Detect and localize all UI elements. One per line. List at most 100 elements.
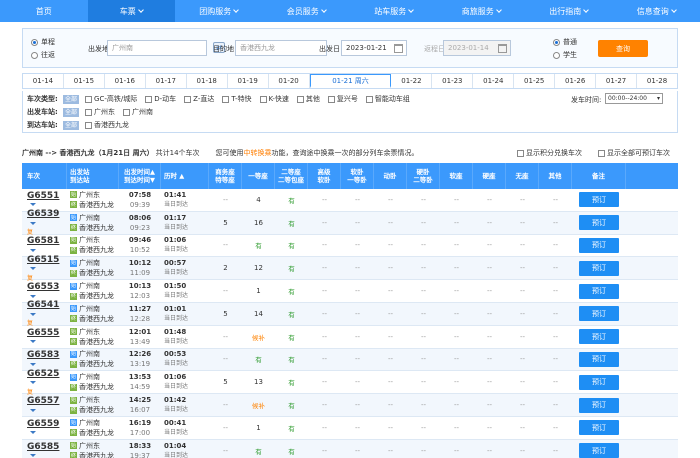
- from-station-all-button[interactable]: 全部: [63, 107, 80, 117]
- calendar-icon[interactable]: [394, 44, 403, 53]
- book-button[interactable]: 预订: [579, 443, 619, 458]
- station-cell: 始广州南终香港西九龙: [67, 212, 119, 234]
- filter-option[interactable]: D-动车: [145, 94, 176, 104]
- date-tab[interactable]: 01-24: [473, 74, 515, 88]
- nav-item[interactable]: 团购服务: [175, 0, 263, 22]
- train-number-link[interactable]: G6581: [27, 236, 59, 246]
- seat-cell: --: [539, 280, 572, 302]
- train-type-all-button[interactable]: 全部: [63, 94, 80, 104]
- filter-option[interactable]: 智能动车组: [365, 94, 410, 104]
- date-tab[interactable]: 01-28: [637, 74, 677, 88]
- train-number-link[interactable]: G6515: [27, 255, 59, 265]
- nav-item[interactable]: 信息查询: [613, 0, 700, 22]
- calendar-icon[interactable]: [498, 44, 507, 53]
- depart-time-select[interactable]: 00:00--24:00 ▾: [605, 93, 663, 104]
- book-button[interactable]: 预订: [579, 215, 619, 231]
- nav-item[interactable]: 会员服务: [263, 0, 351, 22]
- depart-date-input[interactable]: 2023-01-21: [341, 40, 407, 56]
- chevron-down-icon: [670, 6, 677, 13]
- train-number-link[interactable]: G6551: [27, 191, 59, 201]
- one-way-radio[interactable]: 单程: [31, 37, 55, 47]
- chevron-down-icon[interactable]: [30, 312, 36, 316]
- train-number-link[interactable]: G6557: [27, 396, 59, 406]
- filter-option[interactable]: GC-高铁/城际: [85, 94, 137, 104]
- filter-option[interactable]: K-快速: [259, 94, 289, 104]
- chevron-down-icon[interactable]: [30, 294, 36, 298]
- seat-unavailable: --: [552, 355, 559, 364]
- filter-option[interactable]: T-特快: [222, 94, 252, 104]
- date-tab[interactable]: 01-25: [514, 74, 556, 88]
- book-button[interactable]: 预订: [579, 351, 619, 367]
- train-number-link[interactable]: G6555: [27, 328, 59, 338]
- column-header-time[interactable]: 出发时间▲ 到达时间▼: [119, 163, 161, 189]
- date-tab[interactable]: 01-15: [64, 74, 105, 88]
- nav-item[interactable]: 站车服务: [350, 0, 438, 22]
- from-label: 出发地: [88, 45, 109, 53]
- date-tab[interactable]: 01-20: [269, 74, 310, 88]
- transfer-link[interactable]: 中转换乘: [244, 149, 272, 157]
- departure-time: 14:25: [128, 396, 152, 405]
- book-button[interactable]: 预订: [579, 283, 619, 299]
- passenger-student-radio[interactable]: 学生: [553, 50, 577, 60]
- train-number-link[interactable]: G6539: [27, 209, 59, 219]
- train-number-link[interactable]: G6583: [27, 350, 59, 360]
- train-number-link[interactable]: G6541: [27, 300, 59, 310]
- nav-item[interactable]: 首页: [0, 0, 88, 22]
- date-tab[interactable]: 01-17: [146, 74, 187, 88]
- filter-option[interactable]: 香港西九龙: [85, 120, 129, 130]
- chevron-down-icon[interactable]: [30, 454, 36, 458]
- book-button[interactable]: 预订: [579, 260, 619, 276]
- book-button[interactable]: 预订: [579, 237, 619, 253]
- book-button[interactable]: 预订: [579, 374, 619, 390]
- to-station-input[interactable]: 香港西九龙: [235, 40, 327, 56]
- date-tab[interactable]: 01-14: [23, 74, 64, 88]
- nav-item[interactable]: 商旅服务: [438, 0, 526, 22]
- show-all-bookable-label: 显示全部可预订车次: [607, 149, 670, 157]
- date-tab[interactable]: 01-23: [432, 74, 474, 88]
- date-tab[interactable]: 01-16: [105, 74, 146, 88]
- date-tab[interactable]: 01-19: [228, 74, 269, 88]
- chevron-down-icon[interactable]: [30, 248, 36, 252]
- book-button[interactable]: 预订: [579, 420, 619, 436]
- book-button[interactable]: 预订: [579, 192, 619, 208]
- date-tab[interactable]: 01-22: [391, 74, 433, 88]
- filter-option[interactable]: 广州南: [123, 107, 153, 117]
- date-tab[interactable]: 01-27: [596, 74, 638, 88]
- train-number-link[interactable]: G6585: [27, 442, 59, 452]
- filter-option[interactable]: 复兴号: [327, 94, 358, 104]
- query-button[interactable]: 查询: [598, 40, 648, 57]
- chevron-down-icon[interactable]: [30, 267, 36, 271]
- from-station-input[interactable]: 广州南: [107, 40, 207, 56]
- filter-option[interactable]: Z-直达: [184, 94, 214, 104]
- train-number-link[interactable]: G6559: [27, 419, 59, 429]
- nav-item[interactable]: 出行指南: [525, 0, 613, 22]
- return-date-input[interactable]: 2023-01-14: [443, 40, 511, 56]
- to-station-all-button[interactable]: 全部: [63, 120, 80, 130]
- nav-item[interactable]: 车票: [87, 0, 175, 22]
- show-points-trains-checkbox[interactable]: 显示积分兑换车次: [517, 148, 582, 158]
- chevron-down-icon[interactable]: [30, 431, 36, 435]
- chevron-down-icon[interactable]: [30, 381, 36, 385]
- column-header-duration[interactable]: 历时 ▲: [161, 163, 209, 189]
- date-tab[interactable]: 01-26: [555, 74, 597, 88]
- book-button[interactable]: 预订: [579, 397, 619, 413]
- filter-option[interactable]: 其他: [296, 94, 320, 104]
- round-trip-radio[interactable]: 往返: [31, 50, 55, 60]
- date-tab[interactable]: 01-18: [187, 74, 228, 88]
- seat-unavailable: --: [354, 446, 361, 455]
- passenger-normal-radio[interactable]: 普通: [553, 37, 577, 47]
- chevron-down-icon[interactable]: [30, 340, 36, 344]
- arrival-time: 17:00: [129, 428, 151, 437]
- filter-option[interactable]: 广州东: [85, 107, 115, 117]
- train-number-link[interactable]: G6553: [27, 282, 59, 292]
- train-number-link[interactable]: G6525: [27, 369, 59, 379]
- date-tab[interactable]: 01-21 周六: [309, 74, 392, 88]
- chevron-down-icon[interactable]: [30, 362, 36, 366]
- book-button[interactable]: 预订: [579, 306, 619, 322]
- show-all-bookable-checkbox[interactable]: 显示全部可预订车次: [598, 148, 670, 158]
- chevron-down-icon[interactable]: [30, 408, 36, 412]
- chevron-down-icon[interactable]: [30, 221, 36, 225]
- to-station-name: 香港西九龙: [79, 269, 114, 278]
- chevron-down-icon[interactable]: [30, 203, 36, 207]
- book-button[interactable]: 预订: [579, 329, 619, 345]
